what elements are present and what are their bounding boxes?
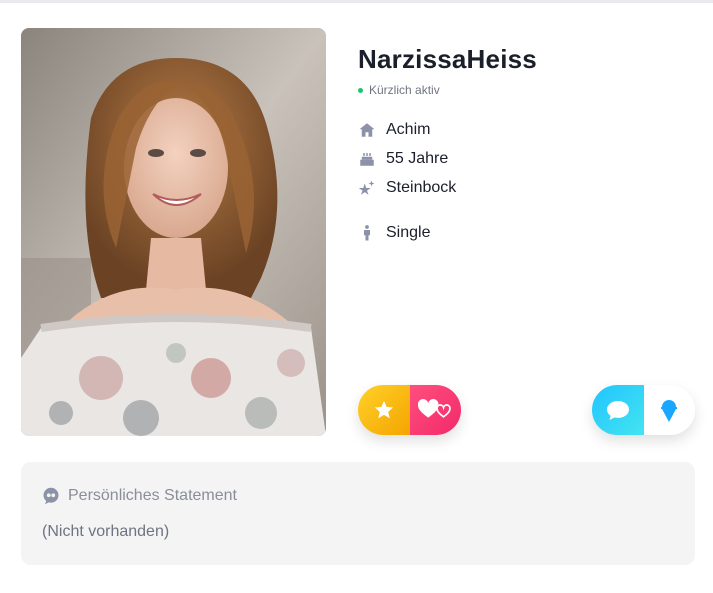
star-icon bbox=[374, 400, 393, 419]
online-dot-icon bbox=[358, 87, 363, 93]
detail-age: 55 Jahre bbox=[358, 150, 448, 168]
profile-photo[interactable] bbox=[21, 28, 326, 436]
detail-relationship-text: Single bbox=[386, 224, 431, 241]
detail-zodiac: Steinbock bbox=[358, 179, 456, 197]
ice-cream-icon bbox=[661, 400, 678, 422]
like-button[interactable] bbox=[409, 385, 461, 435]
personal-statement-box: Persönliches Statement (Nicht vorhanden) bbox=[21, 462, 695, 565]
home-icon bbox=[358, 121, 376, 139]
favorite-like-group bbox=[358, 385, 461, 435]
online-status-text: Kürzlich aktiv bbox=[369, 83, 440, 97]
personal-statement-title: Persönliches Statement bbox=[68, 487, 237, 504]
detail-city-text: Achim bbox=[386, 121, 431, 138]
personal-statement-header: Persönliches Statement bbox=[42, 487, 237, 505]
username: NarzissaHeiss bbox=[358, 44, 537, 74]
speech-bubble-icon bbox=[43, 487, 59, 505]
detail-relationship: Single bbox=[358, 224, 430, 242]
detail-zodiac-text: Steinbock bbox=[386, 179, 457, 196]
detail-age-text: 55 Jahre bbox=[386, 150, 449, 167]
online-status: Kürzlich aktiv bbox=[358, 83, 440, 97]
personal-statement-text: (Nicht vorhanden) bbox=[42, 523, 170, 540]
sparkle-star-icon bbox=[358, 179, 376, 197]
hearts-icon bbox=[418, 399, 452, 418]
chat-bubble-icon bbox=[606, 401, 629, 420]
profile-photo-image bbox=[21, 28, 326, 436]
icebreaker-button[interactable] bbox=[643, 385, 695, 435]
chat-button[interactable] bbox=[592, 385, 644, 435]
top-divider bbox=[0, 0, 713, 3]
favorite-button[interactable] bbox=[358, 385, 410, 435]
birthday-cake-icon bbox=[358, 150, 376, 168]
person-icon bbox=[358, 224, 376, 242]
detail-city: Achim bbox=[358, 121, 430, 139]
chat-icebreaker-group bbox=[592, 385, 695, 435]
